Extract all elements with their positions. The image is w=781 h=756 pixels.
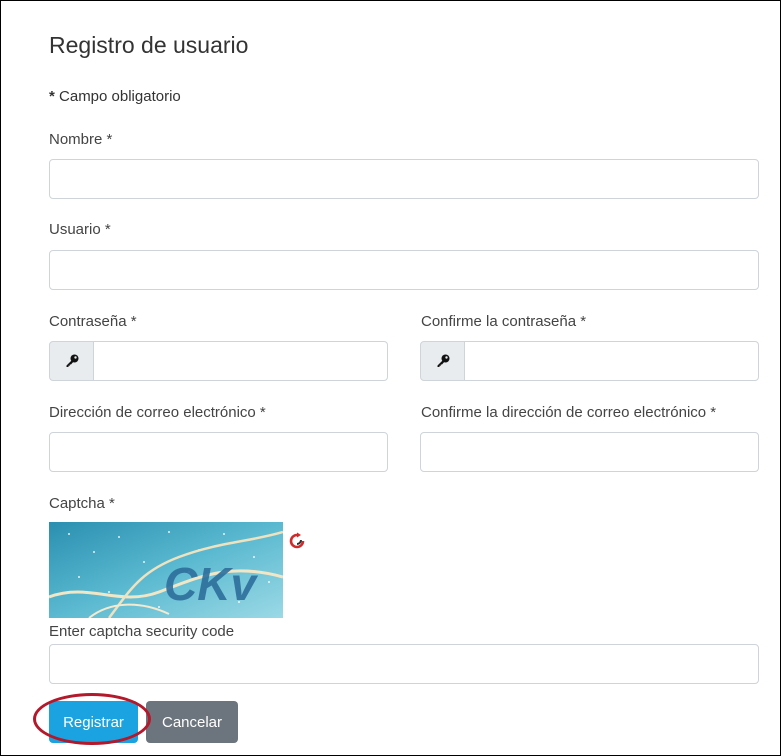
password-confirm-input[interactable]: [465, 341, 759, 381]
email-confirm-input[interactable]: [420, 432, 759, 472]
cancel-button[interactable]: Cancelar: [146, 701, 238, 743]
nombre-input[interactable]: [49, 159, 759, 199]
required-note-text: Campo obligatorio: [59, 88, 181, 105]
required-field-note: * Campo obligatorio: [49, 88, 181, 105]
required-mark: *: [49, 88, 55, 105]
key-icon: [420, 341, 465, 381]
key-icon: [49, 341, 94, 381]
usuario-input[interactable]: [49, 250, 759, 290]
password-input[interactable]: [94, 341, 388, 381]
refresh-icon[interactable]: [288, 532, 306, 550]
email-label: Dirección de correo electrónico *: [49, 404, 266, 421]
email-confirm-label: Confirme la dirección de correo electrón…: [421, 404, 717, 421]
password-label: Contraseña *: [49, 313, 137, 330]
captcha-image: CKv: [49, 522, 283, 618]
page-title: Registro de usuario: [49, 32, 249, 58]
register-button[interactable]: Registrar: [49, 701, 138, 743]
nombre-label: Nombre *: [49, 131, 113, 148]
password-confirm-label: Confirme la contraseña *: [421, 313, 587, 330]
captcha-text: CKv: [164, 558, 258, 610]
captcha-code-label: Enter captcha security code: [49, 623, 235, 640]
captcha-code-input[interactable]: [49, 644, 759, 684]
email-input[interactable]: [49, 432, 388, 472]
password-field-group: [49, 341, 388, 381]
password-confirm-field-group: [420, 341, 759, 381]
captcha-label: Captcha *: [49, 495, 115, 512]
usuario-label: Usuario *: [49, 221, 111, 238]
